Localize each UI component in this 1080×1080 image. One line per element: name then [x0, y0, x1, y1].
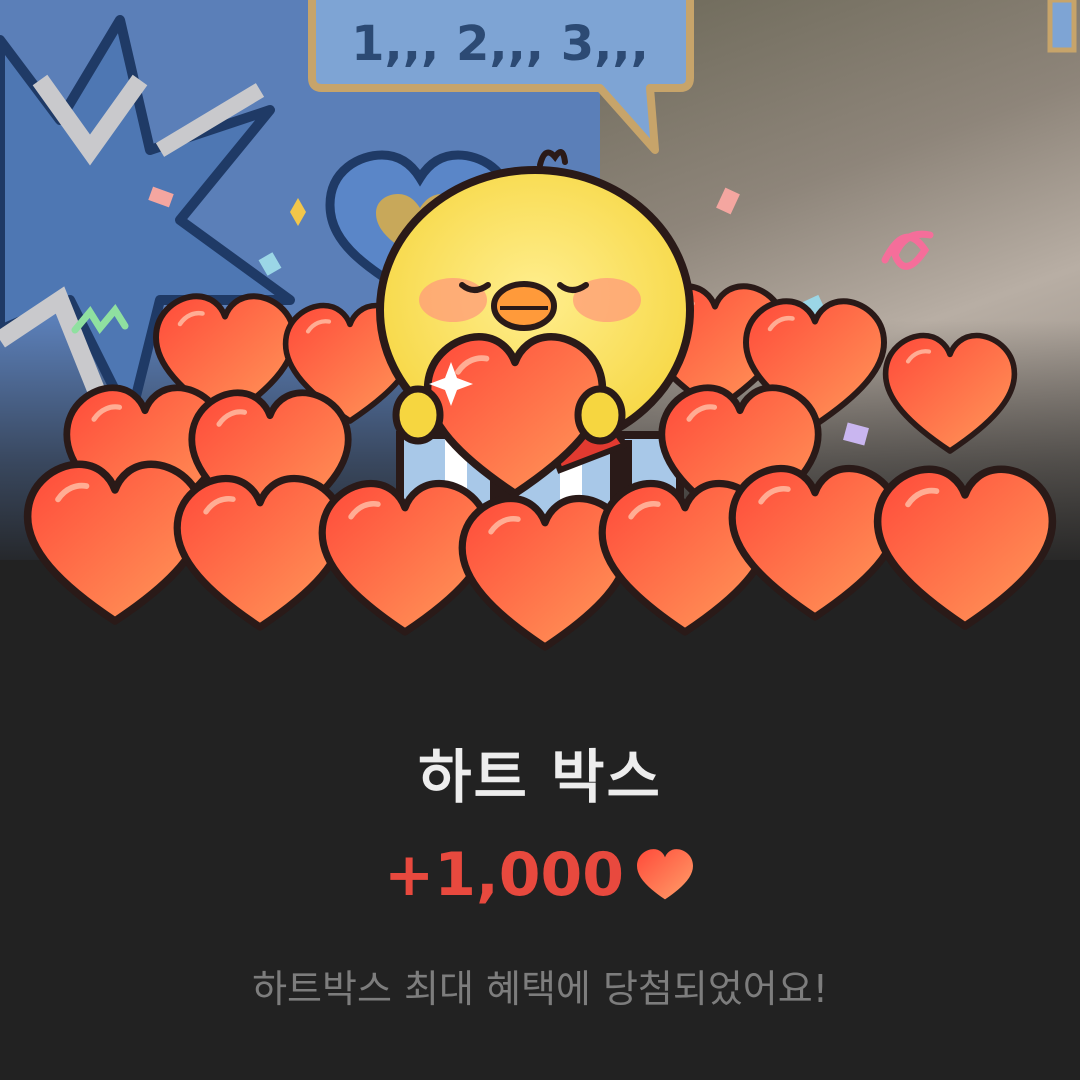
heart-box-illustration: 1,,, 2,,, 3,,,	[0, 0, 1077, 680]
speech-bubble: 1,,, 2,,, 3,,,	[308, 0, 694, 154]
heart-icon	[637, 849, 694, 900]
reward-title: 하트 박스	[418, 743, 662, 811]
speech-bubble-text: 1,,, 2,,, 3,,,	[351, 16, 649, 72]
reward-amount-row: +1,000	[0, 840, 1080, 910]
reward-amount: +1,000	[383, 840, 625, 910]
reward-message: 하트박스 최대 혜택에 당첨되었어요!	[252, 967, 828, 1011]
